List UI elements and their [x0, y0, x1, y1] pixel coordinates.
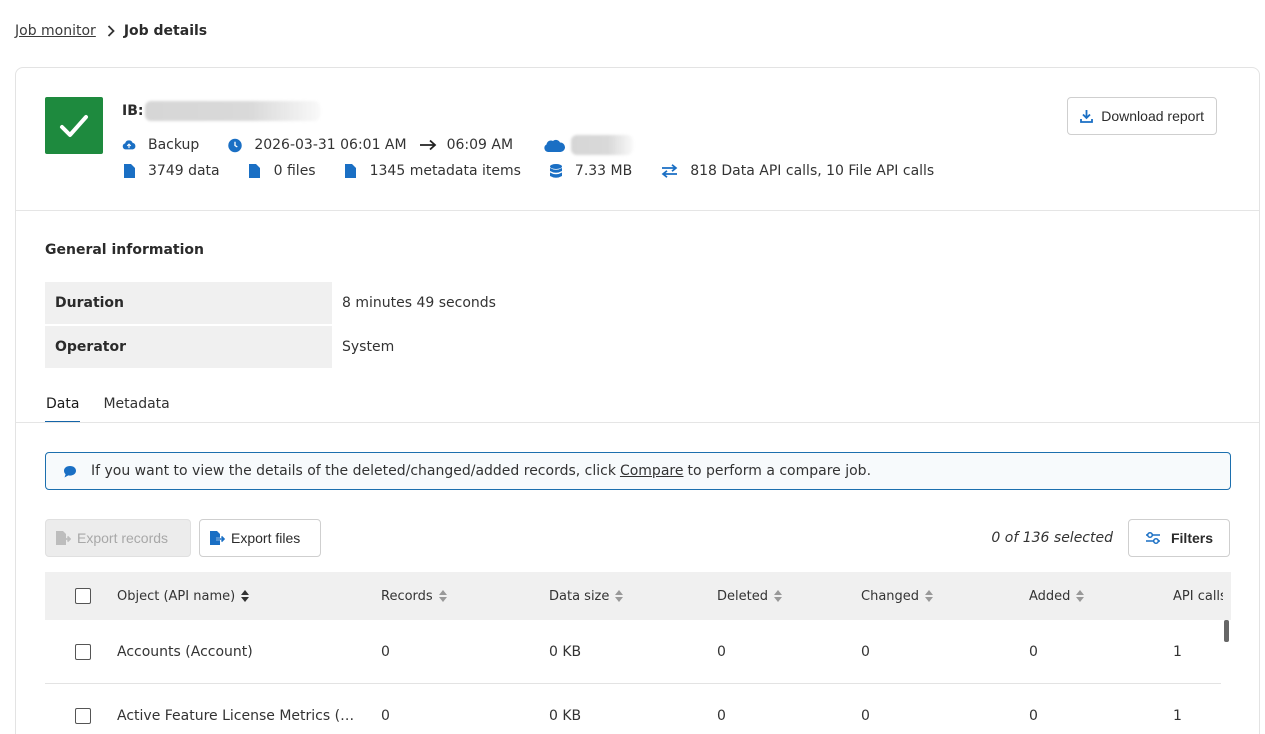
compare-link[interactable]: Compare	[620, 463, 684, 479]
table-row: Accounts (Account) 0 0 KB 0 0 0 1	[45, 620, 1221, 684]
database-icon	[549, 163, 563, 179]
download-report-button[interactable]: Download report	[1067, 97, 1217, 135]
download-icon	[1080, 109, 1094, 123]
transfer-arrows-icon	[660, 163, 678, 179]
header-divider	[16, 210, 1259, 211]
document-icon	[344, 163, 358, 179]
tab-data[interactable]: Data	[45, 391, 81, 423]
checkmark-icon	[60, 114, 88, 137]
document-icon	[248, 163, 262, 179]
job-time-range: 2026-03-31 06:01 AM 06:09 AM	[228, 137, 513, 153]
job-id-redacted	[145, 101, 321, 121]
column-header-deleted[interactable]: Deleted	[717, 572, 783, 620]
salesforce-cloud-icon	[543, 138, 566, 153]
table-row: Active Feature License Metrics (Ac... 0 …	[45, 684, 1221, 734]
column-header-records[interactable]: Records	[381, 572, 448, 620]
org-info	[543, 135, 634, 155]
sort-icon	[924, 589, 934, 603]
info-row-duration: Duration 8 minutes 49 seconds	[45, 282, 506, 324]
cloud-upload-icon	[122, 137, 136, 153]
info-row-operator: Operator System	[45, 326, 506, 368]
sort-icon	[438, 589, 448, 603]
export-records-button[interactable]: Export records	[45, 519, 191, 557]
column-header-data-size[interactable]: Data size	[549, 572, 624, 620]
filters-button[interactable]: Filters	[1128, 519, 1230, 557]
row-checkbox[interactable]	[75, 643, 91, 660]
tabs-divider	[16, 422, 1259, 423]
column-header-object[interactable]: Object (API name)	[117, 572, 250, 620]
export-document-icon	[210, 531, 225, 545]
row-checkbox[interactable]	[75, 707, 91, 724]
column-header-added[interactable]: Added	[1029, 572, 1085, 620]
data-size: 7.33 MB	[549, 163, 632, 179]
breadcrumb: Job monitor Job details	[15, 23, 207, 39]
job-stats-row: 3749 data 0 files 1345 metadata items 7.…	[122, 163, 934, 179]
tab-metadata[interactable]: Metadata	[102, 391, 170, 423]
data-count: 3749 data	[122, 163, 220, 179]
job-end-time: 06:09 AM	[446, 137, 514, 153]
tab-bar: Data Metadata	[45, 391, 193, 423]
selection-count: 0 of 136 selected	[991, 530, 1113, 546]
job-start-time: 2026-03-31 06:01 AM	[254, 137, 407, 153]
sort-active-icon	[240, 589, 250, 603]
org-name-redacted	[571, 135, 634, 155]
compare-info-banner: If you want to view the details of the d…	[45, 452, 1231, 490]
job-id-prefix: IB:	[122, 103, 144, 119]
breadcrumb-job-monitor-link[interactable]: Job monitor	[15, 23, 96, 39]
export-document-icon	[56, 531, 71, 545]
general-info-title: General information	[45, 242, 204, 258]
column-header-changed[interactable]: Changed	[861, 572, 934, 620]
sort-icon	[773, 589, 783, 603]
metadata-count: 1345 metadata items	[344, 163, 521, 179]
status-success-badge	[45, 97, 103, 154]
arrow-right-icon	[419, 139, 437, 151]
column-header-api-calls[interactable]: API calls	[1173, 572, 1223, 620]
export-files-button[interactable]: Export files	[199, 519, 321, 557]
sort-icon	[1075, 589, 1085, 603]
objects-table: Object (API name) Records Data size Dele…	[45, 572, 1231, 734]
job-meta-row: Backup 2026-03-31 06:01 AM 06:09 AM	[122, 135, 634, 155]
job-details-card: IB: Backup 2026-03-31 06:01 AM 06:09 AM	[15, 67, 1260, 734]
sort-icon	[614, 589, 624, 603]
table-header: Object (API name) Records Data size Dele…	[45, 572, 1231, 620]
breadcrumb-current: Job details	[123, 23, 208, 39]
table-scrollbar[interactable]	[1224, 620, 1229, 642]
api-calls: 818 Data API calls, 10 File API calls	[660, 163, 934, 179]
general-info-table: Duration 8 minutes 49 seconds Operator S…	[45, 282, 506, 370]
files-count: 0 files	[248, 163, 316, 179]
job-id: IB:	[122, 101, 321, 121]
job-type: Backup	[122, 137, 199, 153]
document-icon	[122, 163, 136, 179]
select-all-checkbox[interactable]	[75, 588, 91, 604]
chevron-right-icon	[107, 25, 115, 37]
chat-bubble-icon	[63, 465, 77, 478]
sliders-icon	[1145, 531, 1161, 545]
clock-icon	[228, 137, 243, 153]
